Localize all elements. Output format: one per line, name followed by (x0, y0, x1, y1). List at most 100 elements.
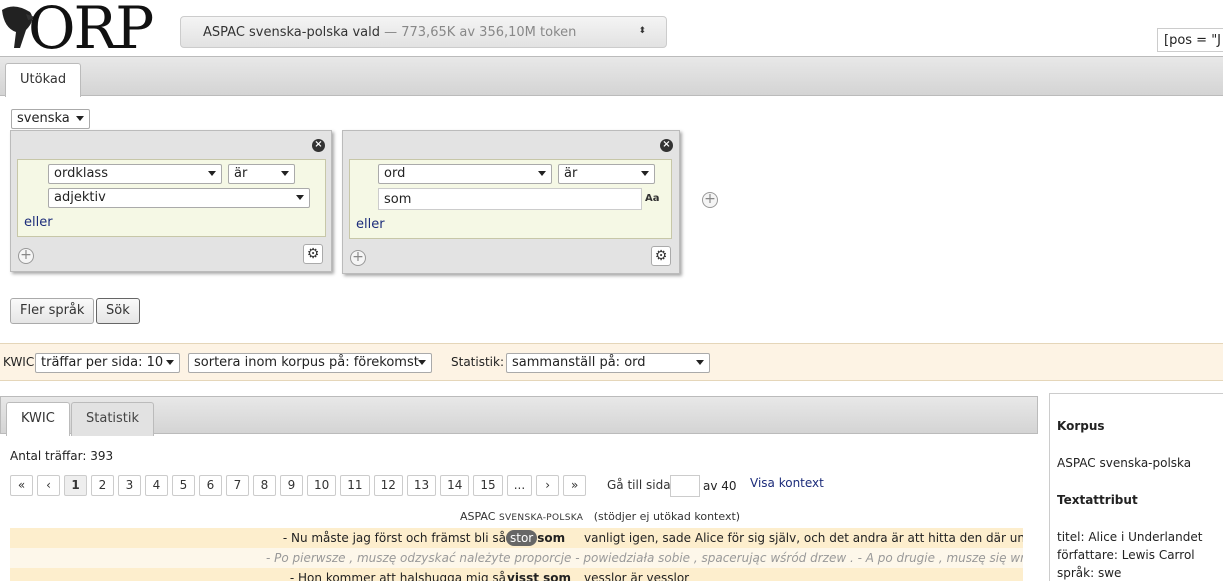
match-word[interactable]: som (537, 531, 565, 545)
or-link[interactable]: eller (24, 215, 53, 230)
corpus-chooser-name: ASPAC svenska-polska vald (203, 25, 380, 40)
kwic-options-label: KWIC: (3, 355, 39, 369)
value-select[interactable]: adjektiv (48, 188, 310, 208)
selected-word[interactable]: stor (506, 530, 538, 546)
page-button[interactable]: 7 (226, 475, 249, 496)
sidebar-title: titel: Alice i Underlandet (1057, 530, 1203, 544)
right-context: vesslor är vesslor (584, 571, 690, 581)
token-condition: ordklass är adjektiv eller (17, 159, 326, 237)
gear-icon[interactable]: ⚙ (303, 244, 323, 264)
page-button[interactable]: 4 (145, 475, 168, 496)
chevron-down-icon (208, 171, 216, 176)
chevron-down-icon (418, 360, 426, 365)
sidebar-language: språk: swe (1057, 566, 1122, 580)
chevron-down-icon (166, 360, 174, 365)
results-options-bar: KWIC: träffar per sida: 10 sortera inom … (0, 343, 1223, 381)
ellipsis-page-button[interactable]: ... (506, 475, 533, 496)
more-languages-button[interactable]: Fler språk (10, 298, 95, 324)
add-condition-icon[interactable]: + (350, 250, 366, 266)
hits-per-page-select[interactable]: träffar per sida: 10 (35, 353, 180, 373)
results-tab-bar: KWIC Statistik (0, 396, 1038, 436)
operator-select-value: är (564, 166, 578, 181)
corpus-heading-note: (stödjer ej utökad kontext) (593, 510, 741, 523)
hits-per-page-value: träffar per sida: 10 (41, 355, 164, 370)
page-button[interactable]: 11 (340, 475, 370, 496)
aligned-text: - Po pierwsze , muszę odzyskać należyte … (266, 551, 1023, 565)
chevron-down-icon (696, 360, 704, 365)
cqp-query-field[interactable]: [pos = "J (1157, 28, 1223, 52)
operator-select-value: är (234, 166, 248, 181)
chevron-down-icon (281, 171, 289, 176)
goto-page-label: Gå till sida (607, 478, 671, 492)
stats-compile-select[interactable]: sammanställ på: ord (506, 353, 710, 373)
statistics-label: Statistik: (451, 355, 504, 369)
page-button[interactable]: 5 (172, 475, 195, 496)
kwic-match[interactable]: visst som (507, 568, 571, 581)
language-select[interactable]: svenska (11, 109, 90, 129)
pagination: « ‹ 1 2 3 4 5 6 7 8 9 10 11 12 13 14 15 … (10, 475, 587, 496)
tab-extended[interactable]: Utökad (5, 63, 82, 97)
attribute-select[interactable]: ordklass (48, 164, 222, 184)
match-word[interactable]: visst som (507, 571, 571, 581)
corpus-heading-name: ASPAC (460, 510, 496, 523)
total-pages: av 40 (703, 479, 737, 493)
page-button[interactable]: 1 (64, 475, 87, 496)
kwic-row[interactable]: - Hon kommer att halshugga mig så visst … (10, 568, 1023, 581)
kwic-row[interactable]: - Nu måste jag först och främst bli så s… (10, 528, 1023, 548)
token-box: × ordklass är adjektiv eller + ⚙ (10, 130, 332, 272)
gear-icon[interactable]: ⚙ (651, 246, 671, 266)
chevron-down-icon (296, 195, 304, 200)
page-button[interactable]: 12 (373, 475, 403, 496)
left-context: - Nu måste jag först och främst bli så (282, 531, 506, 545)
attribute-select-value: ord (384, 166, 406, 181)
page-button[interactable]: 9 (280, 475, 303, 496)
goto-page-input[interactable] (670, 475, 700, 497)
or-link[interactable]: eller (356, 217, 385, 232)
sidebar-author: författare: Lewis Carrol (1057, 548, 1195, 562)
chevron-down-icon (538, 171, 546, 176)
info-sidebar: Korpus ASPAC svenska-polska Textattribut… (1049, 393, 1223, 581)
attribute-select-value: ordklass (54, 166, 108, 181)
page-button[interactable]: 2 (91, 475, 114, 496)
page-button[interactable]: 14 (440, 475, 470, 496)
stats-compile-value: sammanställ på: ord (512, 355, 646, 370)
value-input[interactable]: som (378, 188, 642, 210)
chevron-down-icon (641, 171, 649, 176)
page-button[interactable]: 3 (118, 475, 141, 496)
search-button[interactable]: Sök (96, 298, 140, 324)
page-button[interactable]: 6 (199, 475, 222, 496)
kwic-match[interactable]: stor som (506, 528, 565, 548)
right-context: vanligt igen, sade Alice för sig själv, … (584, 531, 1023, 545)
add-token-icon[interactable]: + (702, 192, 718, 208)
prev-page-button[interactable]: ‹ (37, 475, 60, 496)
corpus-chooser[interactable]: ASPAC svenska-polska vald — 773,65K av 3… (180, 16, 667, 48)
show-context-link[interactable]: Visa kontext (750, 476, 824, 490)
page-button[interactable]: 10 (307, 475, 337, 496)
page-button[interactable]: 15 (473, 475, 503, 496)
left-context: - Hon kommer att halshugga mig så (289, 571, 506, 581)
page-button[interactable]: 13 (406, 475, 437, 496)
tab-statistics[interactable]: Statistik (71, 402, 155, 436)
token-box: × ord är som Aa eller + ⚙ (342, 130, 680, 274)
attribute-select[interactable]: ord (378, 164, 552, 184)
case-insensitive-toggle[interactable]: Aa (645, 193, 660, 204)
first-page-button[interactable]: « (10, 475, 33, 496)
sidebar-corpus-name: ASPAC svenska-polska (1057, 456, 1192, 470)
language-select-value: svenska (17, 111, 70, 126)
close-icon[interactable]: × (312, 139, 325, 152)
operator-select[interactable]: är (228, 164, 295, 184)
corpus-chooser-stats: — 773,65K av 356,10M token (379, 25, 577, 40)
sort-select[interactable]: sortera inom korpus på: förekomst (188, 353, 432, 373)
next-page-button[interactable]: › (536, 475, 560, 496)
add-condition-icon[interactable]: + (18, 248, 34, 264)
tab-kwic[interactable]: KWIC (6, 402, 70, 436)
korp-logo[interactable]: ORP (0, 0, 170, 62)
close-icon[interactable]: × (660, 139, 673, 152)
last-page-button[interactable]: » (563, 475, 587, 496)
value-select-value: adjektiv (54, 190, 106, 205)
token-condition: ord är som Aa eller (349, 159, 672, 239)
page-button[interactable]: 8 (253, 475, 276, 496)
aligned-row: - Po pierwsze , muszę odzyskać należyte … (10, 548, 1023, 568)
operator-select[interactable]: är (558, 164, 655, 184)
hit-count: Antal träffar: 393 (10, 449, 114, 463)
